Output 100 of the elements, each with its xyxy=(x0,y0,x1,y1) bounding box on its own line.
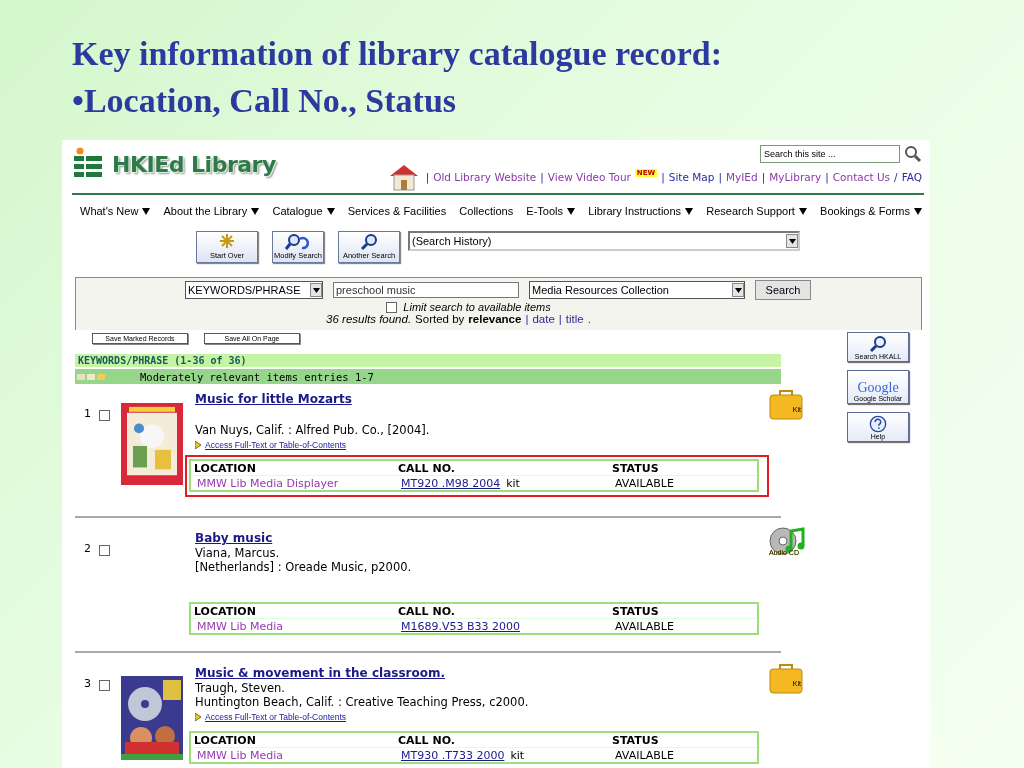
column-header: CALL NO. xyxy=(398,733,456,747)
dropdown-icon xyxy=(788,238,796,244)
sort-option[interactable]: date xyxy=(532,313,555,325)
arrow-icon xyxy=(195,712,201,721)
sort-end-mark: . xyxy=(587,313,591,325)
link-separator: | xyxy=(661,171,665,183)
search-history-dropdown[interactable]: (Search History) xyxy=(408,231,800,251)
record-checkbox[interactable] xyxy=(99,545,110,556)
magnifier-refresh-icon xyxy=(285,233,311,251)
sort-option[interactable]: relevance xyxy=(468,313,522,325)
search-field[interactable]: preschool music xyxy=(333,282,519,298)
record-number: 2 xyxy=(83,542,92,555)
nav-menu-item[interactable]: What's New xyxy=(80,201,151,221)
record-number: 3 xyxy=(83,677,92,690)
sort-label: Sorted by xyxy=(415,313,465,325)
link-separator: | xyxy=(558,313,562,325)
sort-option[interactable]: title xyxy=(565,313,584,325)
record-title-link[interactable]: Music for little Mozarts xyxy=(195,392,352,406)
record-title-link[interactable]: Baby music xyxy=(195,531,273,545)
record-title-link[interactable]: Music & movement in the classroom. xyxy=(195,666,445,680)
call-number-link[interactable]: MT920 .M98 2004 xyxy=(398,476,501,490)
dropdown-icon xyxy=(567,207,575,215)
dropdown-icon xyxy=(312,287,320,293)
slide-title: Key information of library catalogue record: xyxy=(72,34,723,74)
link-separator: | xyxy=(761,171,766,183)
library-logo-text: HKIEd Library xyxy=(112,151,276,177)
column-header: STATUS xyxy=(612,604,660,618)
header-link[interactable]: Site Map xyxy=(668,171,715,183)
search-icon xyxy=(359,233,379,251)
full-text-link[interactable]: Access Full-Text or Table-of-Contents xyxy=(205,439,347,450)
full-text-link[interactable]: Access Full-Text or Table-of-Contents xyxy=(205,711,347,722)
site-search-field[interactable]: Search this site ... xyxy=(760,145,900,163)
link-separator: / xyxy=(894,171,898,183)
slide-title: •Location, Call No., Status xyxy=(72,81,458,121)
nav-menu-item[interactable]: About the Library xyxy=(163,201,260,221)
results-count: 36 results found. xyxy=(326,313,412,325)
status-cell-text: AVAILABLE xyxy=(614,619,675,633)
dropdown-icon xyxy=(142,207,151,215)
checkbox-label: Limit search to available items xyxy=(403,301,551,313)
search-button[interactable]: Search xyxy=(755,280,811,300)
dropdown-icon xyxy=(798,207,807,215)
record-checkbox[interactable] xyxy=(99,680,110,691)
header-link[interactable]: View Video Tour xyxy=(547,171,631,183)
call-number-link[interactable]: MT930 .T733 2000 xyxy=(398,748,505,762)
dropdown-icon xyxy=(734,287,742,293)
relevance-bar-icon xyxy=(77,372,105,381)
nav-menu-item[interactable]: Services & Facilities xyxy=(347,201,447,221)
search-icon[interactable] xyxy=(904,145,922,163)
record-number: 1 xyxy=(83,407,92,420)
suitcase-icon xyxy=(769,662,803,694)
location-cell-text: MMW Lib Media xyxy=(196,619,285,633)
search-icon xyxy=(869,335,887,353)
nav-menu-item[interactable]: Research Support xyxy=(706,201,807,221)
checkbox[interactable] xyxy=(386,301,398,313)
dropdown-icon xyxy=(685,207,694,215)
column-header: LOCATION xyxy=(194,604,257,618)
nav-menu-item[interactable]: Collections xyxy=(459,201,514,221)
arrow-icon xyxy=(195,440,201,449)
header-link[interactable]: FAQ xyxy=(901,171,922,183)
column-header: CALL NO. xyxy=(398,461,456,475)
link-separator: | xyxy=(425,171,430,183)
header-link[interactable]: Old Library Website xyxy=(433,171,537,183)
help-icon xyxy=(868,415,888,433)
dropdown-icon xyxy=(251,207,260,215)
status-cell-text: AVAILABLE xyxy=(614,476,675,490)
search-type-dropdown[interactable]: KEYWORDS/PHRASE xyxy=(185,281,323,299)
record-imprint: Van Nuys, Calif. : Alfred Pub. Co., [2004]. xyxy=(195,423,431,437)
results-heading: KEYWORDS/PHRASE (1-36 of 36) xyxy=(75,354,781,367)
nav-menu-item[interactable]: Bookings & Forms xyxy=(820,201,922,221)
column-header: LOCATION xyxy=(194,733,257,747)
record-author: Traugh, Steven. xyxy=(195,681,286,695)
link-separator: | xyxy=(525,313,529,325)
column-header: LOCATION xyxy=(194,461,257,475)
location-cell-text: MMW Lib Media xyxy=(196,748,285,762)
sparkle-icon xyxy=(219,233,235,249)
link-separator: | xyxy=(825,171,829,183)
collection-dropdown[interactable]: Media Resources Collection xyxy=(529,281,745,299)
link-separator: | xyxy=(718,171,722,183)
link-separator: | xyxy=(540,171,544,183)
dropdown-icon xyxy=(326,207,335,215)
status-cell-text: AVAILABLE xyxy=(614,748,675,762)
location-cell-text: MMW Lib Media Displayer xyxy=(196,476,340,490)
dropdown-icon xyxy=(913,207,922,215)
header-link[interactable]: MyIEd xyxy=(726,171,758,183)
call-number-note: kit xyxy=(510,748,525,762)
nav-menu-item[interactable]: E-Tools xyxy=(526,201,575,221)
column-header: STATUS xyxy=(612,461,660,475)
record-checkbox[interactable] xyxy=(99,410,110,421)
nav-menu-item[interactable]: Catalogue xyxy=(272,201,335,221)
header-link[interactable]: MyLibrary xyxy=(769,171,822,183)
call-number-link[interactable]: M1689.V53 B33 2000 xyxy=(398,619,521,633)
call-number-note: kit xyxy=(506,476,520,490)
record-imprint: [Netherlands] : Oreade Music, p2000. xyxy=(195,560,413,574)
relevance-group-bar: Moderately relevant items entries 1-7 xyxy=(75,369,781,384)
record-author: Viana, Marcus. xyxy=(195,546,281,560)
nav-menu-item[interactable]: Library Instructions xyxy=(588,201,694,221)
column-header: STATUS xyxy=(612,733,660,747)
record-imprint: Huntington Beach, Calif. : Creative Teaching Press, c2000. xyxy=(195,695,530,709)
suitcase-icon xyxy=(769,388,803,420)
header-link[interactable]: Contact Us xyxy=(832,171,891,183)
